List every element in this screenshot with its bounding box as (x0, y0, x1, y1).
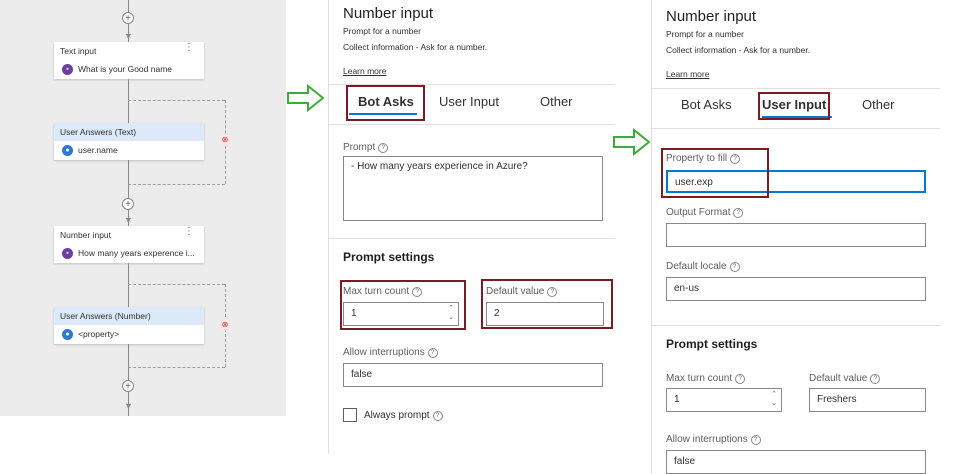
max-turn-label: Max turn count (666, 373, 733, 384)
add-node-icon[interactable]: + (122, 198, 134, 210)
arrow-right-icon (613, 128, 651, 156)
help-icon[interactable]: ? (427, 348, 438, 358)
help-icon[interactable]: ? (378, 143, 389, 153)
user-icon: ● (62, 329, 73, 340)
default-locale-label: Default locale (666, 261, 727, 272)
tab-other[interactable]: Other (540, 94, 573, 109)
more-options-icon[interactable]: ⋮ (184, 42, 194, 53)
prompt-settings-heading: Prompt settings (666, 337, 758, 351)
arrow-right-icon (287, 84, 325, 112)
always-prompt-label: Always prompt (364, 410, 430, 421)
output-format-field[interactable] (666, 223, 926, 247)
chat-icon: ▪ (62, 248, 73, 259)
prompt-label: Prompt (343, 142, 376, 153)
tab-user-input[interactable]: User Input (439, 94, 499, 109)
properties-panel-bot-asks: Number input Prompt for a number Collect… (328, 0, 615, 454)
highlight-box (661, 148, 769, 198)
node-body-text: What is your Good name (78, 64, 173, 74)
arrow-down-icon: ▼ (124, 31, 133, 41)
arrow-down-icon: ▼ (124, 401, 133, 411)
add-node-icon[interactable]: + (122, 380, 134, 392)
always-prompt-checkbox[interactable] (343, 408, 357, 422)
prompt-settings-heading: Prompt settings (343, 250, 435, 264)
default-value-label: Default value (809, 373, 868, 384)
chevron-down-icon[interactable]: ⌄ (771, 400, 777, 408)
branch-line (128, 184, 225, 185)
error-icon[interactable]: ⊗ (219, 319, 231, 331)
allow-interruptions-field[interactable]: false (343, 363, 603, 387)
error-icon[interactable]: ⊗ (219, 134, 231, 146)
user-icon: ● (62, 145, 73, 156)
arrow-down-icon: ▼ (124, 215, 133, 225)
node-user-answers-number[interactable]: User Answers (Number) ● <property> (54, 307, 204, 344)
prompt-text: - How many years experience in Azure? (351, 161, 528, 172)
flow-canvas: + ▼ Text input ⋮ ▪ What is your Good name… (0, 0, 286, 416)
learn-more-link[interactable]: Learn more (666, 69, 709, 79)
help-icon[interactable]: ? (432, 411, 443, 421)
node-title: Text input (60, 46, 97, 56)
highlight-box (758, 92, 830, 120)
max-turn-value: 1 (674, 394, 680, 405)
node-body-text: How many years experence i... (78, 248, 195, 258)
chevron-up-icon[interactable]: ⌃ (771, 391, 777, 399)
connector-line (128, 263, 129, 307)
node-user-answers-text[interactable]: User Answers (Text) ● user.name (54, 123, 204, 160)
panel-description: Collect information - Ask for a number. (343, 42, 488, 52)
max-turn-stepper[interactable]: 1 ⌃ ⌄ (666, 388, 782, 412)
chat-icon: ▪ (62, 64, 73, 75)
node-body-text: user.name (78, 145, 118, 155)
help-icon[interactable]: ? (870, 374, 881, 384)
allow-interruptions-field[interactable]: false (666, 450, 926, 474)
highlight-box (340, 280, 466, 330)
allow-interruptions-label: Allow interruptions (343, 347, 425, 358)
prompt-textarea[interactable]: - How many years experience in Azure? (343, 156, 603, 221)
panel-subtitle: Prompt for a number (343, 26, 421, 36)
branch-line (128, 367, 225, 368)
panel-subtitle: Prompt for a number (666, 29, 744, 39)
help-icon[interactable]: ? (733, 208, 744, 218)
highlight-box (346, 85, 425, 121)
node-title: User Answers (Text) (54, 123, 204, 141)
node-title: User Answers (Number) (54, 307, 204, 325)
branch-line (128, 100, 225, 101)
help-icon[interactable]: ? (729, 262, 740, 272)
tab-other[interactable]: Other (862, 97, 895, 112)
properties-panel-user-input: Number input Prompt for a number Collect… (651, 0, 940, 474)
default-locale-field[interactable]: en-us (666, 277, 926, 301)
more-options-icon[interactable]: ⋮ (184, 226, 194, 237)
help-icon[interactable]: ? (750, 435, 761, 445)
allow-interruptions-label: Allow interruptions (666, 434, 748, 445)
node-number-input[interactable]: Number input ⋮ ▪ How many years experence… (54, 226, 204, 263)
panel-title: Number input (666, 8, 757, 25)
node-text-input[interactable]: Text input ⋮ ▪ What is your Good name (54, 42, 204, 79)
node-body-text: <property> (78, 329, 120, 339)
highlight-box (481, 279, 613, 329)
node-title: Number input (60, 230, 112, 240)
connector-line (128, 79, 129, 123)
help-icon[interactable]: ? (735, 374, 746, 384)
output-format-label: Output Format (666, 207, 731, 218)
tab-bot-asks[interactable]: Bot Asks (681, 97, 732, 112)
add-node-icon[interactable]: + (122, 12, 134, 24)
branch-line (128, 284, 225, 285)
default-value-field[interactable]: Freshers (809, 388, 926, 412)
panel-title: Number input (343, 5, 434, 22)
panel-description: Collect information - Ask for a number. (666, 45, 811, 55)
learn-more-link[interactable]: Learn more (343, 66, 386, 76)
